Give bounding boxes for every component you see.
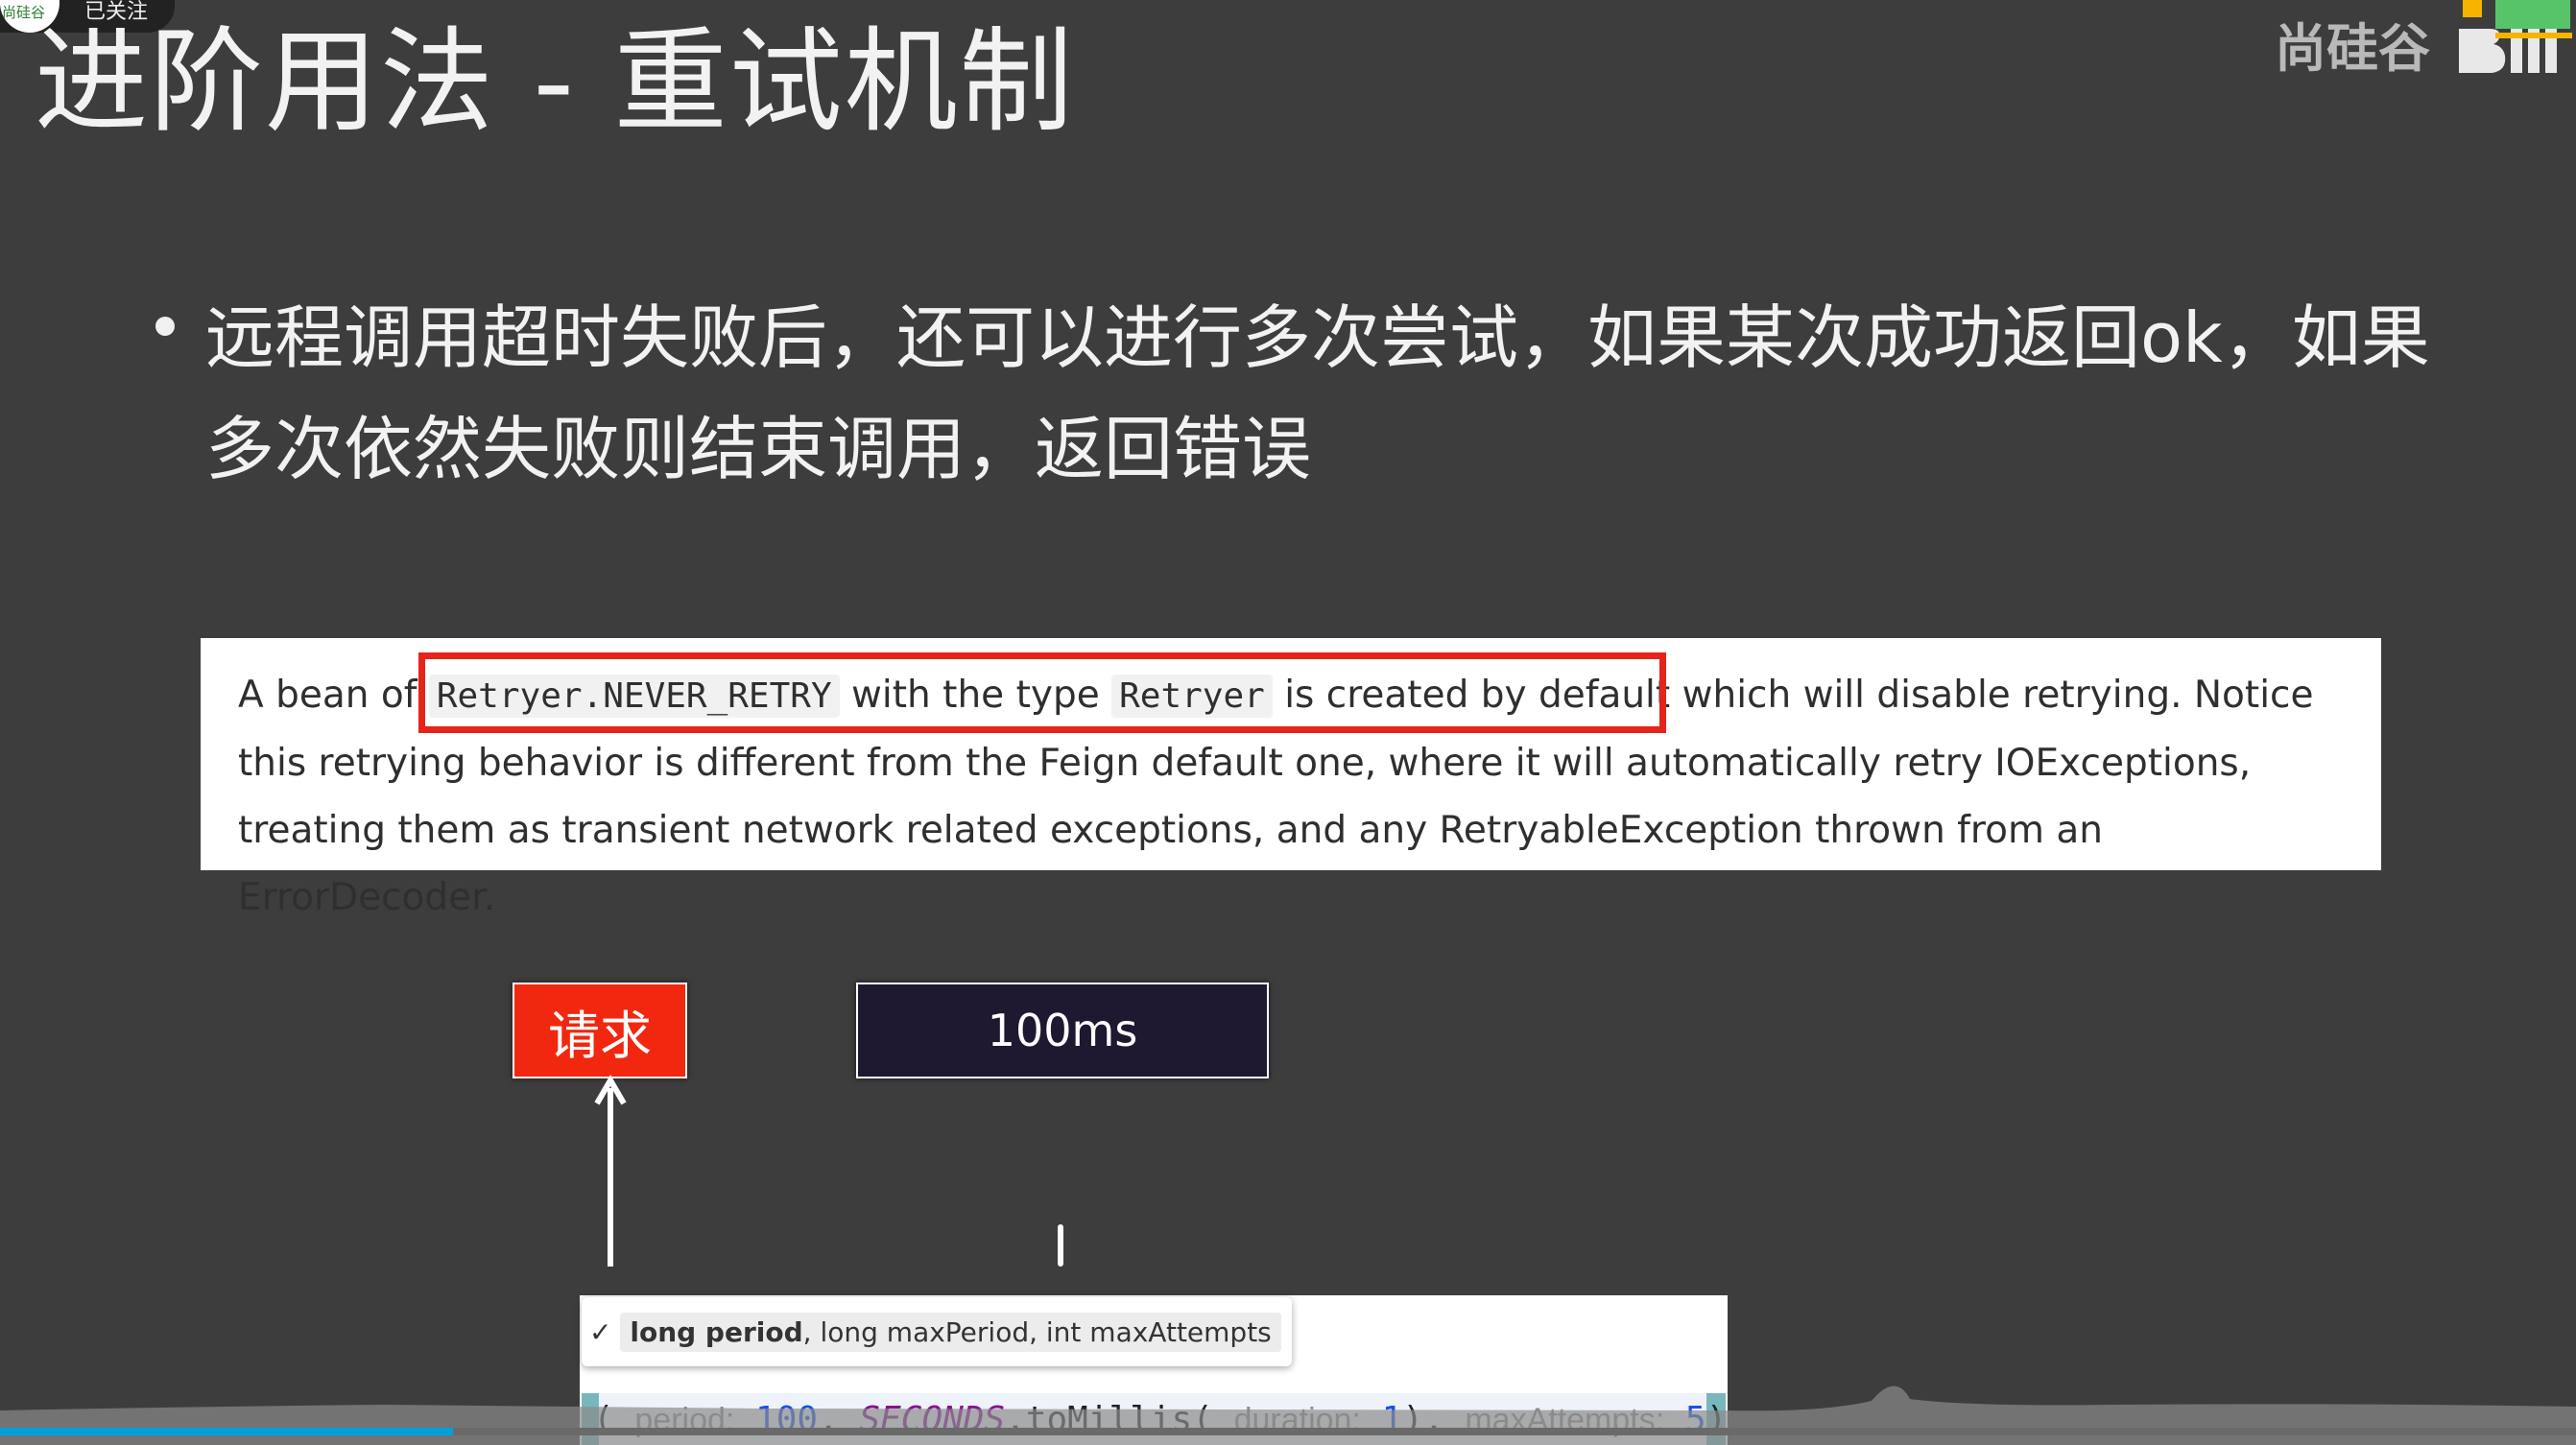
timeout-box: 100ms (856, 983, 1269, 1078)
request-box: 请求 (513, 983, 687, 1078)
bilibili-logo-icon (2459, 0, 2572, 73)
progress-track[interactable] (453, 1428, 2576, 1435)
request-label: 请求 (548, 1005, 652, 1066)
watermark-text: 尚硅谷 (2275, 18, 2430, 79)
highlight-box (418, 652, 1666, 733)
cursor-mark (1058, 1224, 1063, 1267)
bullet-dot (155, 317, 175, 336)
timeout-label: 100ms (987, 1005, 1138, 1056)
arrow-up-icon (594, 1075, 627, 1267)
bullet-text: 远程调用超时失败后，还可以进行多次尝试，如果某次成功返回ok，如果多次依然失败则… (205, 297, 2430, 489)
doc-text-1: A bean of (238, 674, 429, 717)
progress-played[interactable] (0, 1428, 453, 1435)
slide-title: 进阶用法 - 重试机制 (35, 15, 1075, 148)
